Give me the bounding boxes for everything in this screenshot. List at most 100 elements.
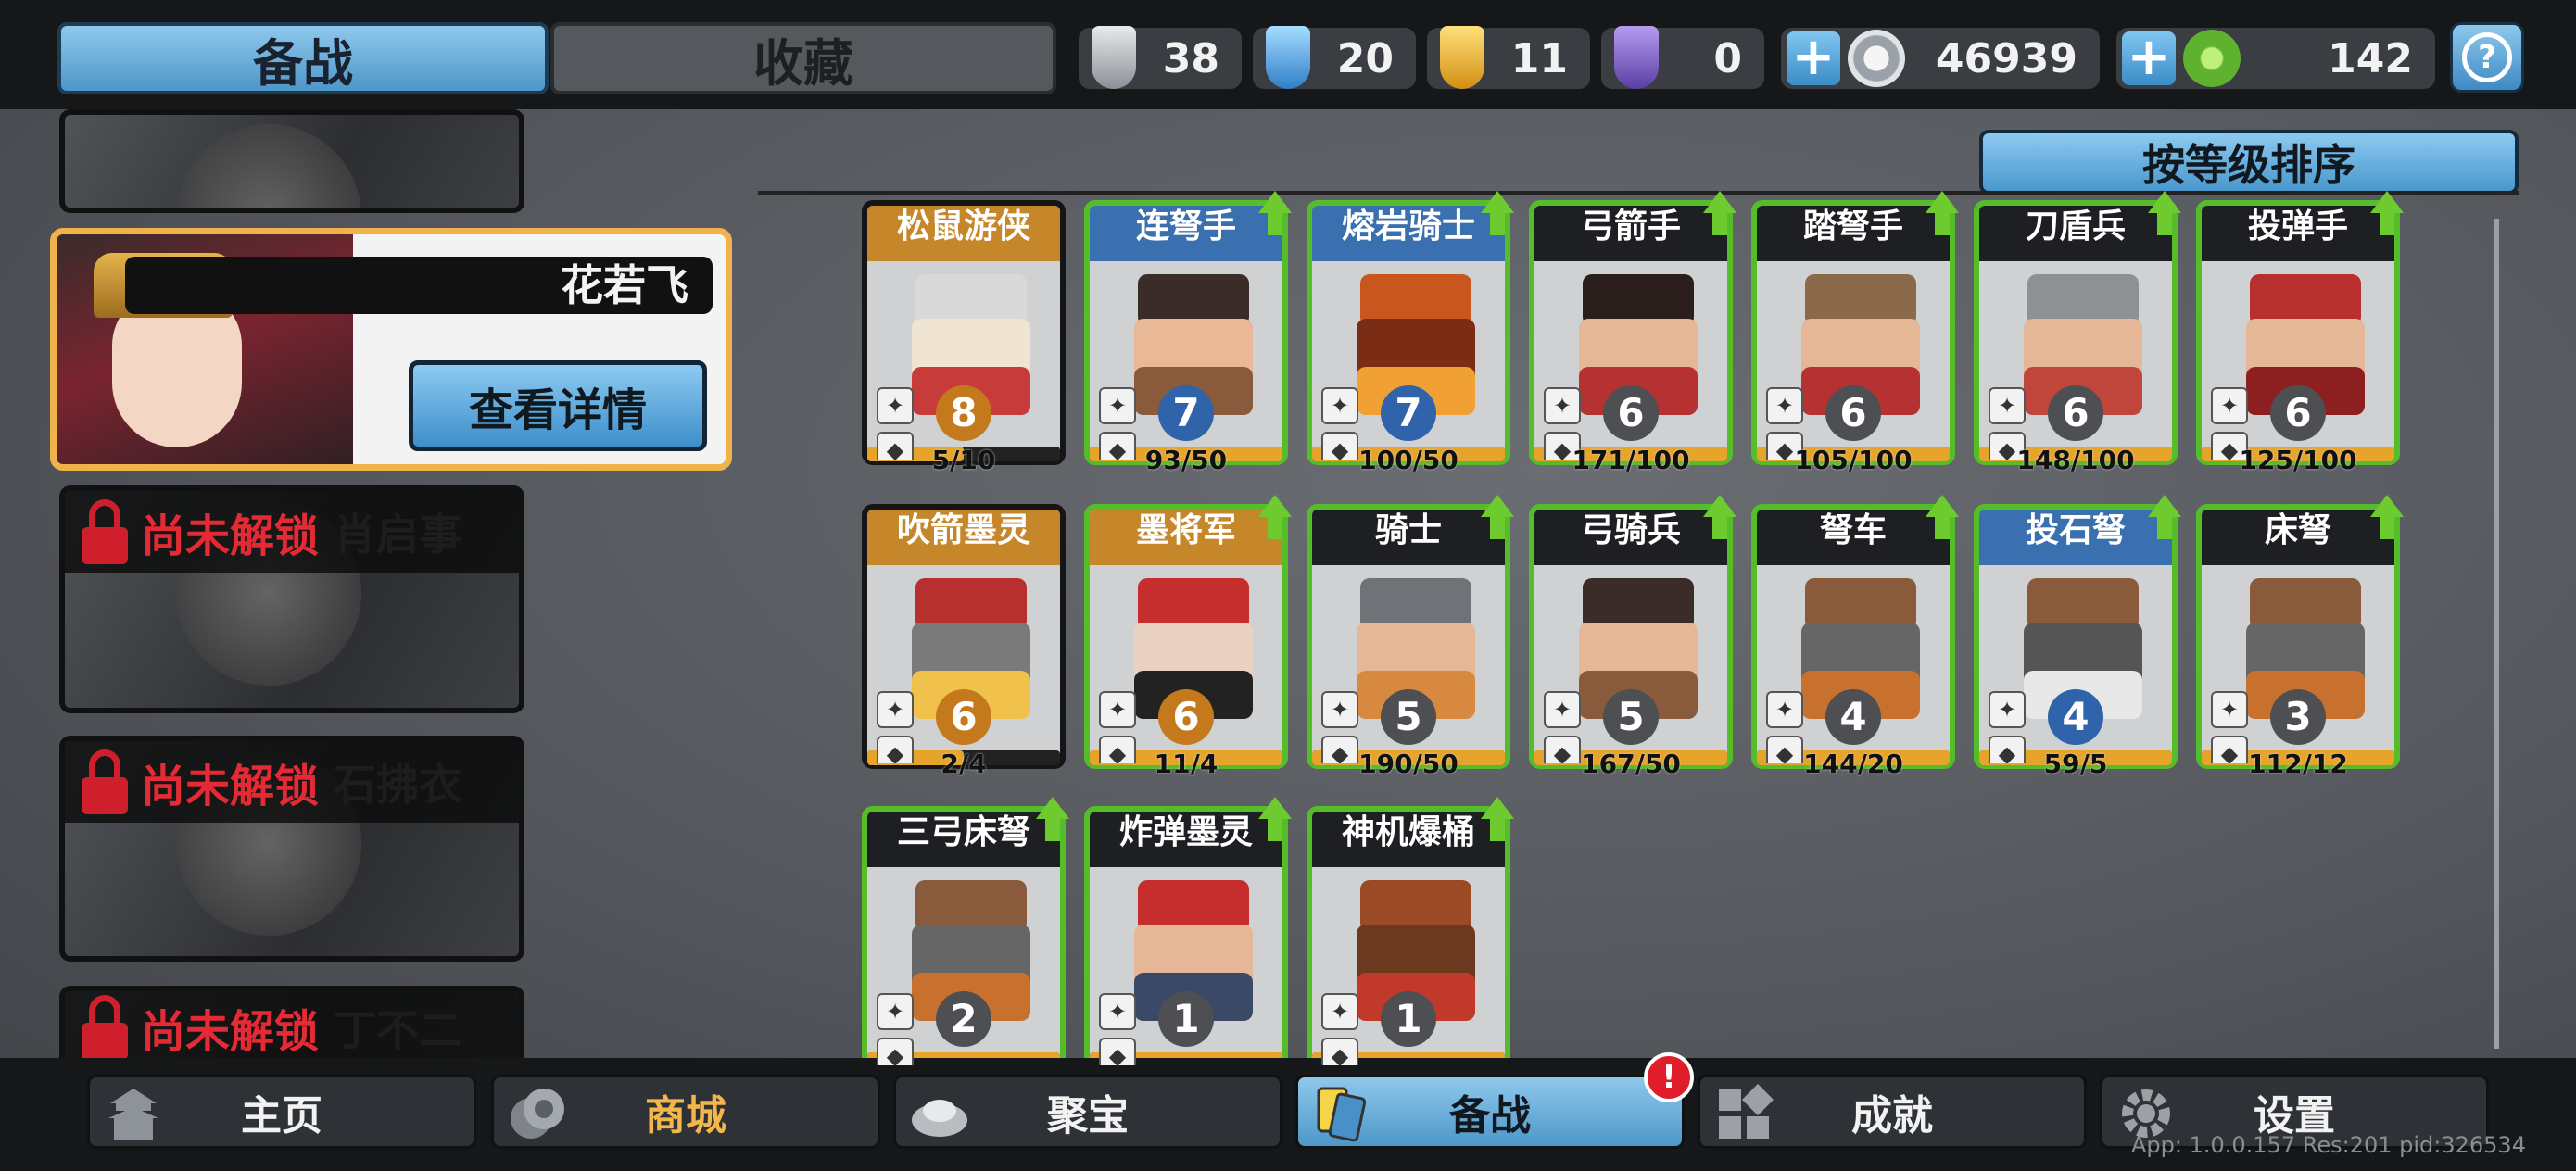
hero-name: 石拂衣 xyxy=(334,760,462,810)
unit-card[interactable]: ✦ ◆ 连弩手 7 93/50 xyxy=(1084,191,1292,474)
unit-card[interactable]: ✦ ◆ 床弩 3 112/12 xyxy=(2196,495,2404,779)
unit-name: 松鼠游侠 xyxy=(896,208,1030,246)
hero-card-partial[interactable] xyxy=(59,109,524,213)
unit-trait-icon: ✦ xyxy=(1321,691,1358,728)
tab-collection[interactable]: 收藏 xyxy=(550,22,1056,94)
unit-level: 6 xyxy=(1158,689,1214,745)
unit-card[interactable]: ✦ ◆ 三弓床弩 2 xyxy=(862,797,1069,1080)
unit-name: 刀盾兵 xyxy=(2025,208,2126,246)
unit-trait-icon: ✦ xyxy=(1766,691,1803,728)
unit-progress: 100/50 xyxy=(1358,445,1458,475)
unit-name: 连弩手 xyxy=(1135,208,1236,246)
upgrade-arrow-icon xyxy=(1481,797,1514,841)
nav-treasure[interactable]: 聚宝 xyxy=(893,1075,1282,1149)
upgrade-arrow-icon xyxy=(1258,191,1292,235)
unit-trait-icon: ✦ xyxy=(1321,387,1358,424)
resource-value: 142 xyxy=(2328,34,2413,82)
resource-blue-crystal: 20 xyxy=(1253,26,1416,89)
nav-achievements[interactable]: 成就 xyxy=(1698,1075,2087,1149)
unit-card[interactable]: ✦ ◆ 刀盾兵 6 148/100 xyxy=(1974,191,2181,475)
silver-coin-icon xyxy=(1848,30,1905,87)
help-button[interactable]: ? xyxy=(2450,22,2524,93)
unit-name: 床弩 xyxy=(2264,511,2331,549)
lock-label: 尚未解锁 xyxy=(141,510,320,562)
unit-trait-icon: ✦ xyxy=(1321,993,1358,1030)
unit-card[interactable]: ✦ ◆ 弩车 4 144/20 xyxy=(1751,495,1959,778)
hero-name: 丁不二 xyxy=(334,1005,462,1055)
resource-value: 20 xyxy=(1336,34,1394,82)
scrollbar[interactable] xyxy=(2494,219,2499,1049)
unit-name: 三弓床弩 xyxy=(896,813,1030,851)
unit-level: 4 xyxy=(1825,689,1881,745)
unit-name: 弓箭手 xyxy=(1580,208,1681,246)
unit-card[interactable]: ✦ ◆ 熔岩骑士 7 100/50 xyxy=(1307,191,1514,475)
unit-card[interactable]: ✦ ◆ 弓箭手 6 171/100 xyxy=(1529,191,1736,474)
purple-shield-icon xyxy=(1614,26,1659,89)
upgrade-arrow-icon xyxy=(1481,495,1514,539)
unit-name: 熔岩骑士 xyxy=(1341,208,1475,246)
unit-progress: 167/50 xyxy=(1581,749,1681,779)
sort-by-level-button[interactable]: 按等级排序 xyxy=(1979,130,2519,195)
unit-level: 1 xyxy=(1158,991,1214,1047)
unit-level: 8 xyxy=(936,385,991,441)
unit-name: 骑士 xyxy=(1374,511,1442,549)
unit-card[interactable]: ✦ ◆ 松鼠游侠 8 5/10 xyxy=(862,200,1066,474)
nav-prepare[interactable]: 备战 xyxy=(1295,1075,1685,1149)
unit-level: 6 xyxy=(1825,385,1881,441)
unit-card[interactable]: ✦ ◆ 投石弩 4 59/5 xyxy=(1974,495,2181,778)
hero-card-selected[interactable]: 花若飞 查看详情 xyxy=(50,228,732,471)
unit-level: 7 xyxy=(1158,385,1214,441)
unit-card[interactable]: ✦ ◆ 吹箭墨灵 6 2/4 xyxy=(862,504,1066,778)
unit-progress: 112/12 xyxy=(2248,749,2348,779)
unit-name: 炸弹墨灵 xyxy=(1118,813,1253,851)
unit-name: 墨将军 xyxy=(1135,511,1236,549)
notification-badge: ! xyxy=(1644,1052,1694,1102)
add-jade-button[interactable]: + xyxy=(2122,31,2176,85)
unit-card[interactable]: ✦ ◆ 骑士 5 190/50 xyxy=(1307,495,1514,779)
unit-card[interactable]: ✦ ◆ 墨将军 6 11/4 xyxy=(1084,495,1292,778)
unit-card[interactable]: ✦ ◆ 弓骑兵 5 167/50 xyxy=(1529,495,1736,779)
unit-level: 6 xyxy=(2270,385,2326,441)
upgrade-arrow-icon xyxy=(1703,495,1736,539)
resource-silver-shield: 38 xyxy=(1079,26,1242,89)
hero-card-locked[interactable]: 尚未解锁 肖启事 xyxy=(59,485,524,713)
unit-trait-icon: ✦ xyxy=(877,993,914,1030)
unit-name: 弩车 xyxy=(1819,511,1887,549)
unit-progress: 148/100 xyxy=(2016,445,2135,475)
jade-coin-icon xyxy=(2183,30,2241,87)
add-coins-button[interactable]: + xyxy=(1787,31,1840,85)
top-bar: 备战 收藏 38 20 11 0 + 46939 + 142 ? xyxy=(0,0,2576,109)
unit-progress: 190/50 xyxy=(1358,749,1458,779)
resource-purple-shield: 0 xyxy=(1601,26,1764,89)
hero-card-locked[interactable]: 尚未解锁 丁不二 xyxy=(59,986,524,1058)
tab-prepare[interactable]: 备战 xyxy=(57,22,549,94)
upgrade-arrow-icon xyxy=(1258,797,1292,841)
unit-progress: 2/4 xyxy=(941,749,987,779)
lock-label: 尚未解锁 xyxy=(141,1006,320,1058)
lock-icon xyxy=(82,749,128,814)
unit-trait-icon: ✦ xyxy=(1099,691,1136,728)
unit-card[interactable]: ✦ ◆ 神机爆桶 1 xyxy=(1307,797,1514,1080)
upgrade-arrow-icon xyxy=(1703,191,1736,235)
unit-level: 2 xyxy=(936,991,991,1047)
unit-trait-icon: ✦ xyxy=(877,691,914,728)
unit-card[interactable]: ✦ ◆ 踏弩手 6 105/100 xyxy=(1751,191,1959,474)
unit-trait-icon: ✦ xyxy=(1544,691,1581,728)
view-details-button[interactable]: 查看详情 xyxy=(409,360,707,451)
hero-name: 肖启事 xyxy=(334,510,462,560)
nav-shop[interactable]: 商城 xyxy=(491,1075,880,1149)
upgrade-arrow-icon xyxy=(2370,191,2404,235)
unit-card[interactable]: ✦ ◆ 投弹手 6 125/100 xyxy=(2196,191,2404,474)
unit-name: 神机爆桶 xyxy=(1341,813,1475,851)
divider xyxy=(758,191,2519,195)
unit-card[interactable]: ✦ ◆ 炸弹墨灵 1 xyxy=(1084,797,1292,1080)
nav-home[interactable]: 主页 xyxy=(87,1075,476,1149)
lock-strip: 尚未解锁 石拂衣 xyxy=(65,741,519,823)
upgrade-arrow-icon xyxy=(1258,495,1292,539)
blue-crystal-icon xyxy=(1266,26,1310,89)
unit-name: 弓骑兵 xyxy=(1580,511,1681,549)
hero-card-locked[interactable]: 尚未解锁 石拂衣 xyxy=(59,736,524,962)
upgrade-arrow-icon xyxy=(2148,191,2181,235)
unit-trait-icon: ✦ xyxy=(1989,387,2026,424)
silver-shield-icon xyxy=(1092,26,1136,89)
